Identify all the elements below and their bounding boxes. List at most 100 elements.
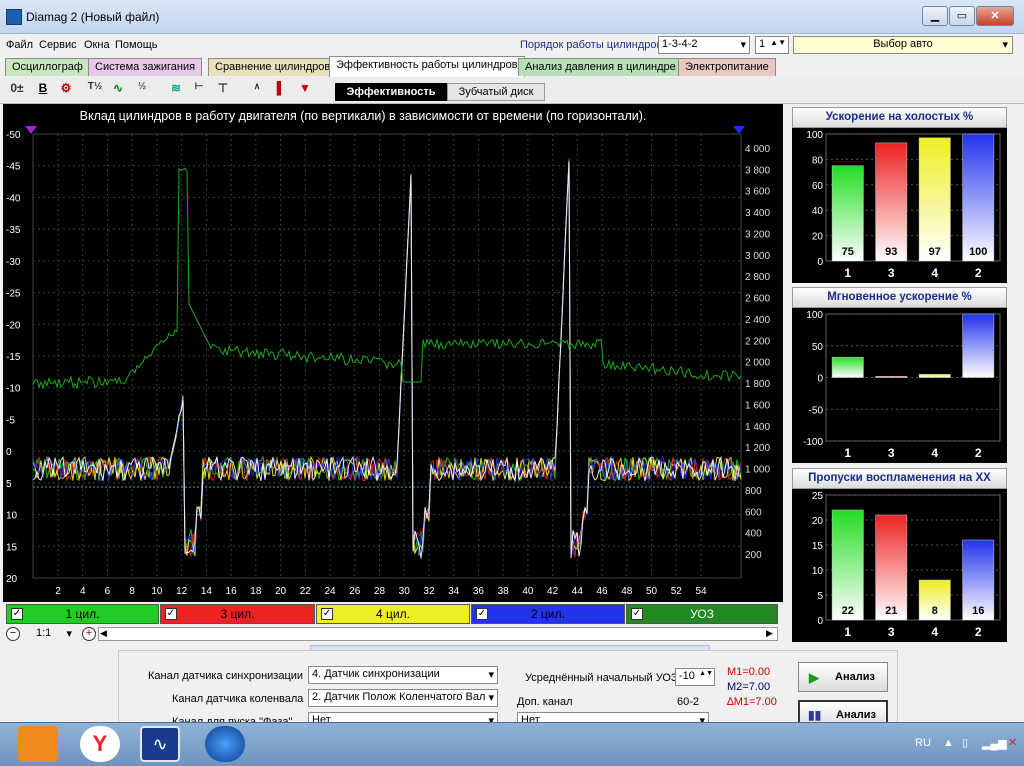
cylinder-stepper[interactable]: 1 ▲▼ (755, 36, 789, 54)
avg-uoz-label: Усреднённый начальный УОЗ (525, 672, 678, 684)
m2-readout: M2=7.00 (727, 681, 771, 693)
tab-ignition[interactable]: Система зажигания (88, 58, 203, 76)
right-tick-label: 3 000 (745, 251, 770, 262)
crank-channel-select[interactable]: 2. Датчик Полож Коленчатого Вал ▾ (308, 689, 498, 707)
close-button[interactable]: ✕ (976, 6, 1014, 26)
horizontal-scrollbar[interactable] (98, 627, 778, 641)
left-tick-label: 10 (6, 511, 18, 522)
category-label: 1 (844, 446, 851, 460)
channel-uoz[interactable]: ✓ УОЗ (626, 604, 778, 624)
tab-cylinder-compare[interactable]: Сравнение цилиндров (208, 58, 338, 76)
battery-icon[interactable]: ▯ (962, 736, 968, 749)
menu-help[interactable]: Помощь (115, 39, 158, 51)
x-tick-label: 50 (646, 586, 658, 597)
avg-uoz-value: -10 (679, 670, 695, 682)
idle-accel-title: Ускорение на холостых % (792, 107, 1007, 128)
media-player-icon[interactable] (18, 726, 58, 762)
minimize-button[interactable]: ▁ (922, 6, 948, 26)
scroll-right-icon[interactable]: ▶ (766, 628, 773, 639)
x-tick-label: 40 (522, 586, 534, 597)
analyze-button[interactable]: ▶ Анализ (798, 662, 888, 692)
rpm-trace (32, 167, 742, 390)
channel-cyl4[interactable]: ✓ 4 цил. (316, 604, 470, 624)
right-marker-icon[interactable] (733, 126, 745, 134)
main-chart-svg: Вклад цилиндров в работу двигателя (по в… (6, 109, 770, 597)
yandex-browser-icon[interactable]: Y (80, 726, 120, 762)
right-tick-label: 2 800 (745, 272, 770, 283)
y-tick-label: 25 (812, 491, 824, 502)
tab-oscilloscope[interactable]: Осциллограф (5, 58, 90, 76)
menu-windows[interactable]: Окна (84, 39, 110, 51)
signal-icon[interactable]: ▂▄▆ (982, 737, 1007, 750)
crank-channel-label: Канал датчика коленвала (172, 693, 304, 705)
subtab-gear-disk[interactable]: Зубчатый диск (447, 83, 545, 101)
right-tick-label: 3 800 (745, 165, 770, 176)
x-tick-label: 4 (80, 586, 86, 597)
funnel-icon[interactable]: ▼ (296, 81, 314, 99)
left-marker-icon[interactable] (25, 126, 37, 134)
left-tick-label: -30 (6, 257, 21, 268)
zoom-in-icon[interactable]: + (82, 627, 96, 641)
idle-accel-chart: 100 80 60 40 20 0 75 1 93 3 97 4 100 2 (792, 128, 1007, 283)
marker-icon[interactable]: ⊤ (214, 81, 232, 99)
volume-icon[interactable]: ✕ (1008, 736, 1017, 749)
bar-value-label: 22 (842, 605, 854, 617)
tray-up-icon[interactable]: ▲ (943, 737, 954, 749)
car-select-label: Выбор авто (873, 38, 933, 50)
scroll-left-icon[interactable]: ◀ (100, 628, 107, 639)
y-tick-label: 50 (812, 342, 824, 353)
scale-icon[interactable]: T½ (86, 81, 104, 99)
x-tick-label: 32 (423, 586, 435, 597)
language-indicator[interactable]: RU (915, 737, 931, 749)
adjust-icon[interactable]: 0± (8, 81, 26, 99)
avg-uoz-stepper[interactable]: -10 ▲▼ (675, 668, 715, 686)
cylinder-value: 1 (759, 38, 766, 50)
right-tick-label: 2 600 (745, 294, 770, 305)
menu-file[interactable]: Файл (6, 39, 33, 51)
counter-icon[interactable]: ⊢ (190, 81, 208, 99)
menu-service[interactable]: Сервис (39, 39, 77, 51)
crank-channel-value: 2. Датчик Полож Коленчатого Вал (312, 691, 486, 703)
category-label: 1 (844, 266, 851, 280)
tab-cylinder-efficiency[interactable]: Эффективность работы цилиндров (329, 56, 525, 77)
channel-cyl2[interactable]: ✓ 2 цил. (471, 604, 625, 624)
firing-order-label: Порядок работы цилиндров (520, 39, 663, 51)
tab-pressure-analysis[interactable]: Анализ давления в цилиндре (518, 58, 683, 76)
bar-value-label: 8 (932, 605, 938, 617)
fraction-icon[interactable]: ½ (133, 81, 151, 99)
m1-readout: M1=0.00 (727, 666, 771, 678)
rpm-icon[interactable]: ⚙ (57, 81, 75, 99)
x-tick-label: 10 (151, 586, 163, 597)
bar-value-label: 97 (929, 246, 941, 258)
channel-label: УОЗ (690, 607, 714, 621)
wave-icon[interactable]: ∿ (109, 81, 127, 99)
diamag-taskbar-icon[interactable]: ∿ (140, 726, 180, 762)
x-tick-label: 14 (201, 586, 213, 597)
zoom-select[interactable]: 1:1 ▾ (24, 627, 74, 641)
sync-channel-select[interactable]: 4. Датчик синхронизации ▾ (308, 666, 498, 684)
right-tick-label: 2 000 (745, 358, 770, 369)
bar-chart-icon[interactable]: ▌ (272, 81, 290, 99)
channel-label: 1 цил. (65, 607, 100, 621)
instant-accel-title: Мгновенное ускорение % (792, 287, 1007, 308)
category-label: 2 (975, 625, 982, 639)
media-center-icon[interactable] (205, 726, 245, 762)
ignition-angle-icon[interactable]: ∧ (248, 81, 266, 99)
firing-order-select[interactable]: 1-3-4-2 ▾ (658, 36, 750, 54)
car-select[interactable]: Выбор авто ▾ (793, 36, 1013, 54)
channel-cyl3[interactable]: ✓ 3 цил. (160, 604, 315, 624)
filter-icon[interactable]: ≋ (167, 81, 185, 99)
teeth-label: 60-2 (677, 696, 700, 708)
zoom-out-icon[interactable]: − (6, 627, 20, 641)
tab-power-supply[interactable]: Электропитание (678, 58, 776, 76)
left-tick-label: 15 (6, 542, 18, 553)
bold-icon[interactable]: B (34, 81, 52, 99)
maximize-button[interactable]: ▭ (949, 6, 975, 26)
category-label: 3 (888, 446, 895, 460)
right-tick-label: 1 400 (745, 422, 770, 433)
subtab-efficiency[interactable]: Эффективность (335, 83, 447, 101)
channel-cyl1[interactable]: ✓ 1 цил. (6, 604, 159, 624)
x-tick-label: 26 (349, 586, 361, 597)
x-tick-label: 6 (105, 586, 111, 597)
x-tick-label: 30 (399, 586, 411, 597)
